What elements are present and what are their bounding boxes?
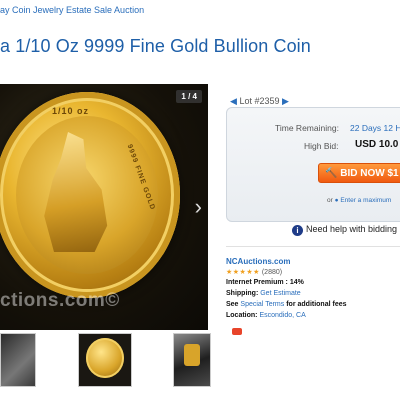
- thumbnail-gold-bar: [184, 344, 200, 366]
- seller-rating[interactable]: ★★★★★ (2880): [226, 268, 282, 276]
- image-counter: 1 / 4: [176, 90, 202, 103]
- max-bid-row: or ● Enter a maximum: [327, 197, 391, 204]
- breadcrumb[interactable]: ay Coin Jewelry Estate Sale Auction: [0, 5, 144, 15]
- review-count: (2880): [261, 269, 283, 276]
- thumbnail-3[interactable]: [173, 333, 211, 387]
- lot-number: Lot #2359: [239, 96, 280, 106]
- main-product-image[interactable]: 1/10 oz 9999 FINE GOLD 1 / 4 › ctions.co…: [0, 84, 208, 330]
- high-bid-value: USD 10.0: [355, 139, 399, 150]
- additional-fees-text: for additional fees: [286, 301, 347, 308]
- thumbnail-1[interactable]: [0, 333, 36, 387]
- see-label: See: [226, 301, 239, 308]
- enter-maximum-link[interactable]: Enter a maximum: [340, 197, 391, 204]
- lot-navigation: ◀ Lot #2359 ▶: [230, 96, 289, 107]
- seller-badge-icon: [232, 328, 242, 335]
- gavel-icon: 🔨: [325, 168, 338, 179]
- plus-icon: ●: [334, 197, 339, 204]
- location-row: Location: Escondido, CA: [226, 312, 306, 319]
- time-remaining-label: Time Remaining:: [275, 123, 339, 133]
- thumbnail-coin: [86, 338, 124, 378]
- internet-premium-label: Internet Premium :: [226, 279, 288, 286]
- internet-premium-row: Internet Premium : 14%: [226, 279, 304, 286]
- special-terms-row: See Special Terms for additional fees: [226, 301, 347, 308]
- bid-now-button[interactable]: 🔨 BID NOW $1: [318, 163, 400, 183]
- bid-now-label: BID NOW $1: [340, 168, 399, 179]
- or-text: or: [327, 197, 333, 204]
- internet-premium-value: 14%: [289, 279, 304, 286]
- shipping-row: Shipping: Get Estimate: [226, 290, 301, 297]
- high-bid-label: High Bid:: [304, 141, 339, 151]
- get-estimate-link[interactable]: Get Estimate: [260, 290, 300, 297]
- seller-name-link[interactable]: NCAuctions.com: [226, 257, 290, 266]
- gold-coin-image: 1/10 oz 9999 FINE GOLD: [0, 92, 180, 298]
- star-rating-icon: ★★★★★: [226, 269, 260, 276]
- thumbnail-2[interactable]: [78, 333, 132, 387]
- divider: [226, 246, 400, 247]
- location-label: Location:: [226, 312, 258, 319]
- right-triangle-icon[interactable]: ▶: [282, 96, 289, 106]
- info-icon: i: [292, 225, 303, 236]
- shipping-label: Shipping:: [226, 290, 259, 297]
- next-image-icon[interactable]: ›: [195, 194, 202, 220]
- time-remaining-value: 22 Days 12 H: [350, 123, 400, 133]
- help-link[interactable]: i Need help with bidding: [292, 224, 397, 236]
- coin-weight-text: 1/10 oz: [52, 106, 90, 116]
- special-terms-link[interactable]: Special Terms: [240, 301, 284, 308]
- page-title: a 1/10 Oz 9999 Fine Gold Bullion Coin: [0, 36, 311, 56]
- image-watermark: ctions.com©: [0, 290, 120, 311]
- location-value: Escondido, CA: [259, 312, 306, 319]
- help-text: Need help with bidding: [306, 224, 398, 234]
- left-triangle-icon[interactable]: ◀: [230, 96, 237, 106]
